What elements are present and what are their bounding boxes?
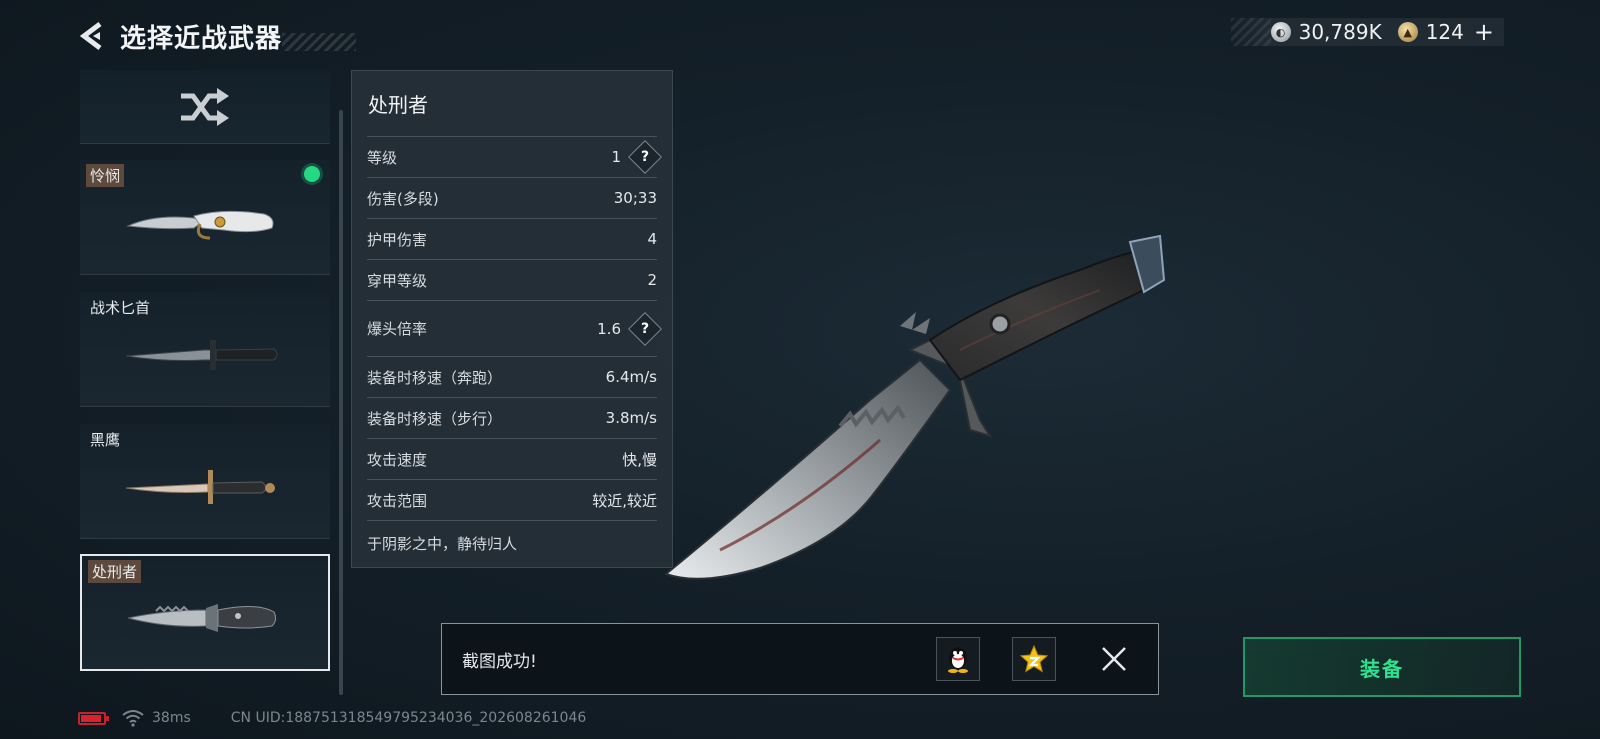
weapon-name: 处刑者 [88,560,142,583]
karambit-knife-icon [126,210,274,240]
qq-penguin-icon [948,647,968,673]
weapon-name: 黑鹰 [90,431,121,449]
stat-label: 装备时移速（步行） [367,409,503,428]
stat-value: 4 [647,230,657,248]
stat-value: 较近,较近 [592,491,657,510]
stat-value: 2 [647,271,657,289]
stat-value: 30;33 [613,189,657,207]
screenshot-toast: 截图成功! [441,623,1159,695]
stat-row-attack-range: 攻击范围 较近,较近 [367,480,657,521]
stat-row-headshot: 爆头倍率 1.6 ? [367,301,662,357]
stat-row-level: 等级 1 ? [367,137,662,178]
status-footer: 38ms CN UID:188751318549795234036_202608… [78,708,586,728]
weapon-card-mercy[interactable]: 怜悯 [80,160,330,275]
currency-bar: ◐ 30,789K ▲ 124 + [1231,18,1504,46]
stat-value: 快,慢 [622,450,657,469]
stat-value: 1 [611,148,621,166]
weapon-name: 怜悯 [86,164,125,187]
shuffle-icon [181,87,229,126]
top-bar: 选择近战武器 [76,16,357,56]
title-decoration [282,33,357,51]
qzone-star-icon [1020,645,1048,673]
silver-amount: 30,789K [1298,20,1382,44]
battery-icon [78,711,109,725]
weapon-name: 战术匕首 [90,299,151,317]
weapon-stats-panel: 处刑者 等级 1 ? 伤害(多段) 30;33 护甲伤害 4 穿甲等级 2 爆头… [351,70,673,568]
chevron-left-icon [79,22,102,50]
weapon-list: 怜悯 战术匕首 黑鹰 处刑者 [80,70,330,686]
equip-label: 装备 [1360,656,1404,681]
user-uid: CN UID:188751318549795234036_20260826104… [230,710,587,726]
wifi-icon [122,710,144,727]
stat-row-penetration: 穿甲等级 2 [367,260,657,301]
stat-label: 伤害(多段) [367,189,439,208]
share-qzone-button[interactable] [1012,637,1056,681]
stat-row-walk-speed: 装备时移速（步行） 3.8m/s [367,398,657,439]
weapon-card-executioner[interactable]: 处刑者 [80,554,330,671]
stat-row-attack-speed: 攻击速度 快,慢 [367,439,657,480]
stat-value: 1.6 [597,319,621,338]
black-hawk-knife-icon [125,470,275,504]
stat-row-damage: 伤害(多段) 30;33 [367,178,657,219]
question-icon: ? [640,149,650,165]
equip-button[interactable]: 装备 [1243,637,1521,697]
weapon-title: 处刑者 [367,71,657,137]
stat-label: 护甲伤害 [367,230,428,249]
close-toast-button[interactable] [1096,641,1132,677]
add-currency-button[interactable]: + [1474,20,1494,44]
weapon-card-tactical-dagger[interactable]: 战术匕首 [80,292,330,407]
silver-coin-icon: ◐ [1270,22,1291,42]
stat-value: 6.4m/s [605,368,657,386]
random-weapon-button[interactable] [80,70,330,144]
stat-label: 装备时移速（奔跑） [367,368,503,387]
question-icon: ? [640,320,650,337]
tactical-dagger-icon [125,340,278,370]
gold-amount: 124 [1425,20,1464,44]
weapon-quote: 于阴影之中，静待归人 [367,535,518,553]
stat-label: 攻击范围 [367,491,428,510]
stat-value: 3.8m/s [605,409,657,427]
stat-row-armor-damage: 护甲伤害 4 [367,219,657,260]
executioner-knife-icon [127,604,277,632]
weapon-card-black-hawk[interactable]: 黑鹰 [80,424,330,539]
weapon-model-preview[interactable] [660,230,1200,590]
close-icon [1102,647,1126,671]
gold-coin-icon: ▲ [1397,22,1418,42]
back-button[interactable] [76,18,108,54]
stat-label: 等级 [367,148,398,167]
help-button[interactable]: ? [628,140,662,174]
page-title: 选择近战武器 [120,23,283,54]
stat-label: 穿甲等级 [367,271,428,290]
stat-row-run-speed: 装备时移速（奔跑） 6.4m/s [367,357,657,398]
toast-message: 截图成功! [462,651,537,672]
equipped-indicator [304,166,320,182]
stat-label: 爆头倍率 [367,320,428,338]
ping-value: 38ms [152,710,191,726]
stat-label: 攻击速度 [367,450,428,469]
help-button[interactable]: ? [628,311,662,346]
weapon-list-scrollbar[interactable] [339,110,343,695]
share-qq-button[interactable] [936,637,980,681]
